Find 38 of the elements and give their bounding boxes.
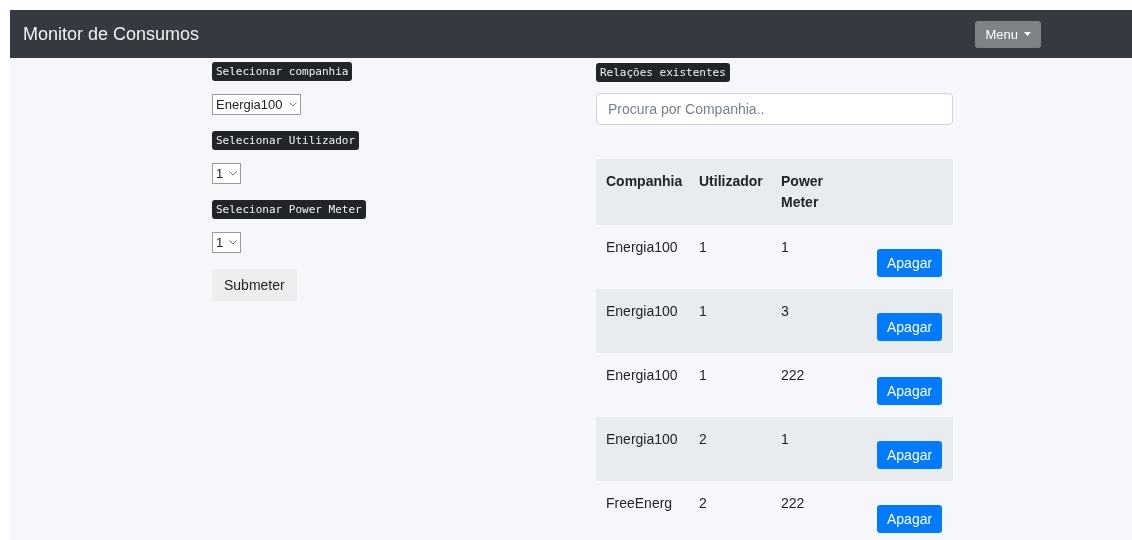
field-label: Selecionar Utilizador — [212, 131, 360, 150]
table-cell: 222 — [781, 495, 805, 511]
submit-button[interactable]: Submeter — [212, 269, 297, 301]
table-cell: 3 — [781, 303, 789, 319]
delete-button[interactable]: Apagar — [877, 377, 943, 405]
delete-button[interactable]: Apagar — [877, 505, 943, 533]
field-label: Selecionar companhia — [212, 62, 353, 81]
chevron-icon — [288, 102, 297, 107]
table-cell: 1 — [699, 367, 707, 383]
table-cell: FreeEnerg — [606, 495, 673, 511]
table-cell: 1 — [781, 431, 789, 447]
caret-icon — [1024, 32, 1031, 36]
select-field[interactable]: Energia100 — [212, 94, 301, 115]
table-cell: Energia100 — [606, 431, 678, 447]
chevron-icon — [229, 171, 238, 176]
delete-button[interactable]: Apagar — [877, 441, 943, 469]
table-cell: 1 — [781, 239, 789, 255]
table-cell: 1 — [699, 303, 707, 319]
menu-button[interactable]: Menu — [975, 20, 1041, 48]
table-cell: 1 — [699, 239, 707, 255]
select-field[interactable]: 1 — [212, 163, 242, 184]
column-header: Power Meter — [781, 173, 823, 210]
table-cell: 2 — [699, 495, 707, 511]
column-header: Companhia — [606, 173, 683, 189]
table-cell: Energia100 — [606, 367, 678, 383]
table-cell: 222 — [781, 367, 805, 383]
column-header: Utilizador — [699, 173, 763, 189]
table-cell: Energia100 — [606, 239, 678, 255]
table-cell: 2 — [699, 431, 707, 447]
section-label: Relações existentes — [596, 63, 730, 82]
table-cell: Energia100 — [606, 303, 678, 319]
delete-button[interactable]: Apagar — [877, 313, 943, 341]
app-title: Monitor de Consumos — [23, 23, 200, 45]
field-label: Selecionar Power Meter — [212, 200, 366, 219]
chevron-icon — [229, 240, 238, 245]
delete-button[interactable]: Apagar — [877, 249, 943, 277]
search-field[interactable]: Procura por Companhia.. — [596, 93, 953, 125]
select-field[interactable]: 1 — [212, 232, 242, 253]
